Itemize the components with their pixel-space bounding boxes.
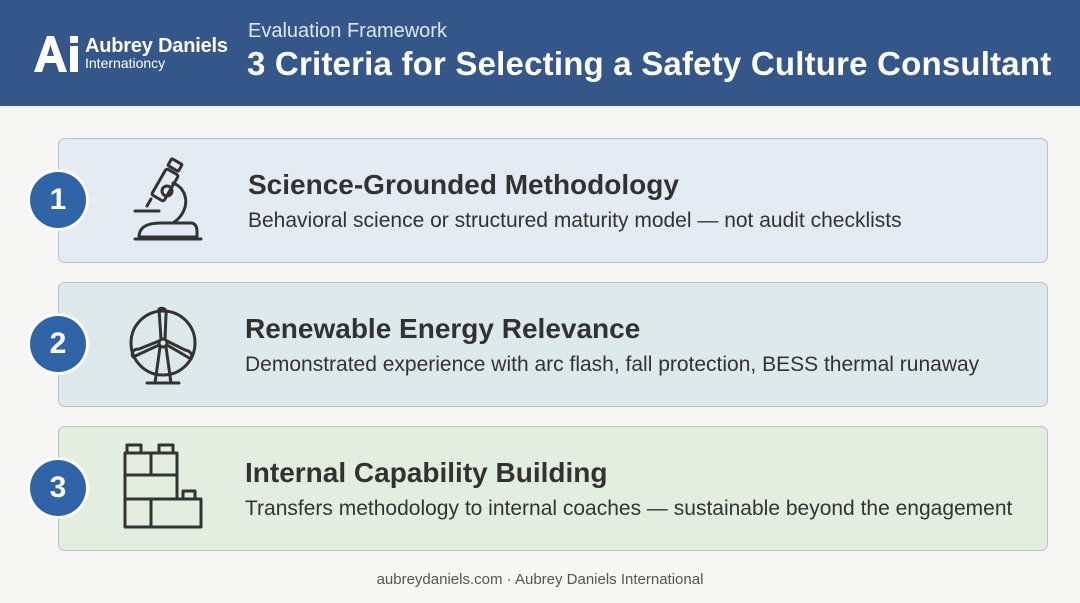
logo-subname: Internationcy [85,55,166,71]
criterion-card-2: 2 Renewable Energy Relevance Demonstrate… [30,282,1048,407]
criterion-title: Internal Capability Building [245,457,608,488]
header-banner: Aubrey Daniels Internationcy Evaluation … [0,0,1080,106]
criterion-title: Renewable Energy Relevance [245,313,641,344]
number-badge: 2 [30,316,86,372]
number-badge: 1 [30,172,86,228]
criterion-description: Behavioral science or structured maturit… [248,209,902,232]
building-blocks-icon [121,441,216,536]
criterion-description: Transfers methodology to internal coache… [245,497,1013,520]
company-logo[interactable]: Aubrey Daniels Internationcy [32,34,232,74]
criterion-title: Science-Grounded Methodology [248,169,679,200]
logo-mark [32,34,82,74]
criterion-description: Demonstrated experience with arc flash, … [245,353,980,376]
criterion-card-1: 1 Science-Grounded Methodology Behaviora… [30,138,1048,263]
microscope-icon [121,153,216,248]
eyebrow-label: Evaluation Framework [248,20,447,42]
criterion-card-3: 3 Internal Capability Building Transfers… [30,426,1048,551]
page-title: 3 Criteria for Selecting a Safety Cultur… [247,45,1052,82]
wind-turbine-icon [121,297,216,392]
number-badge: 3 [30,460,86,516]
footer-text: aubreydaniels.com · Aubrey Daniels Inter… [376,571,704,588]
